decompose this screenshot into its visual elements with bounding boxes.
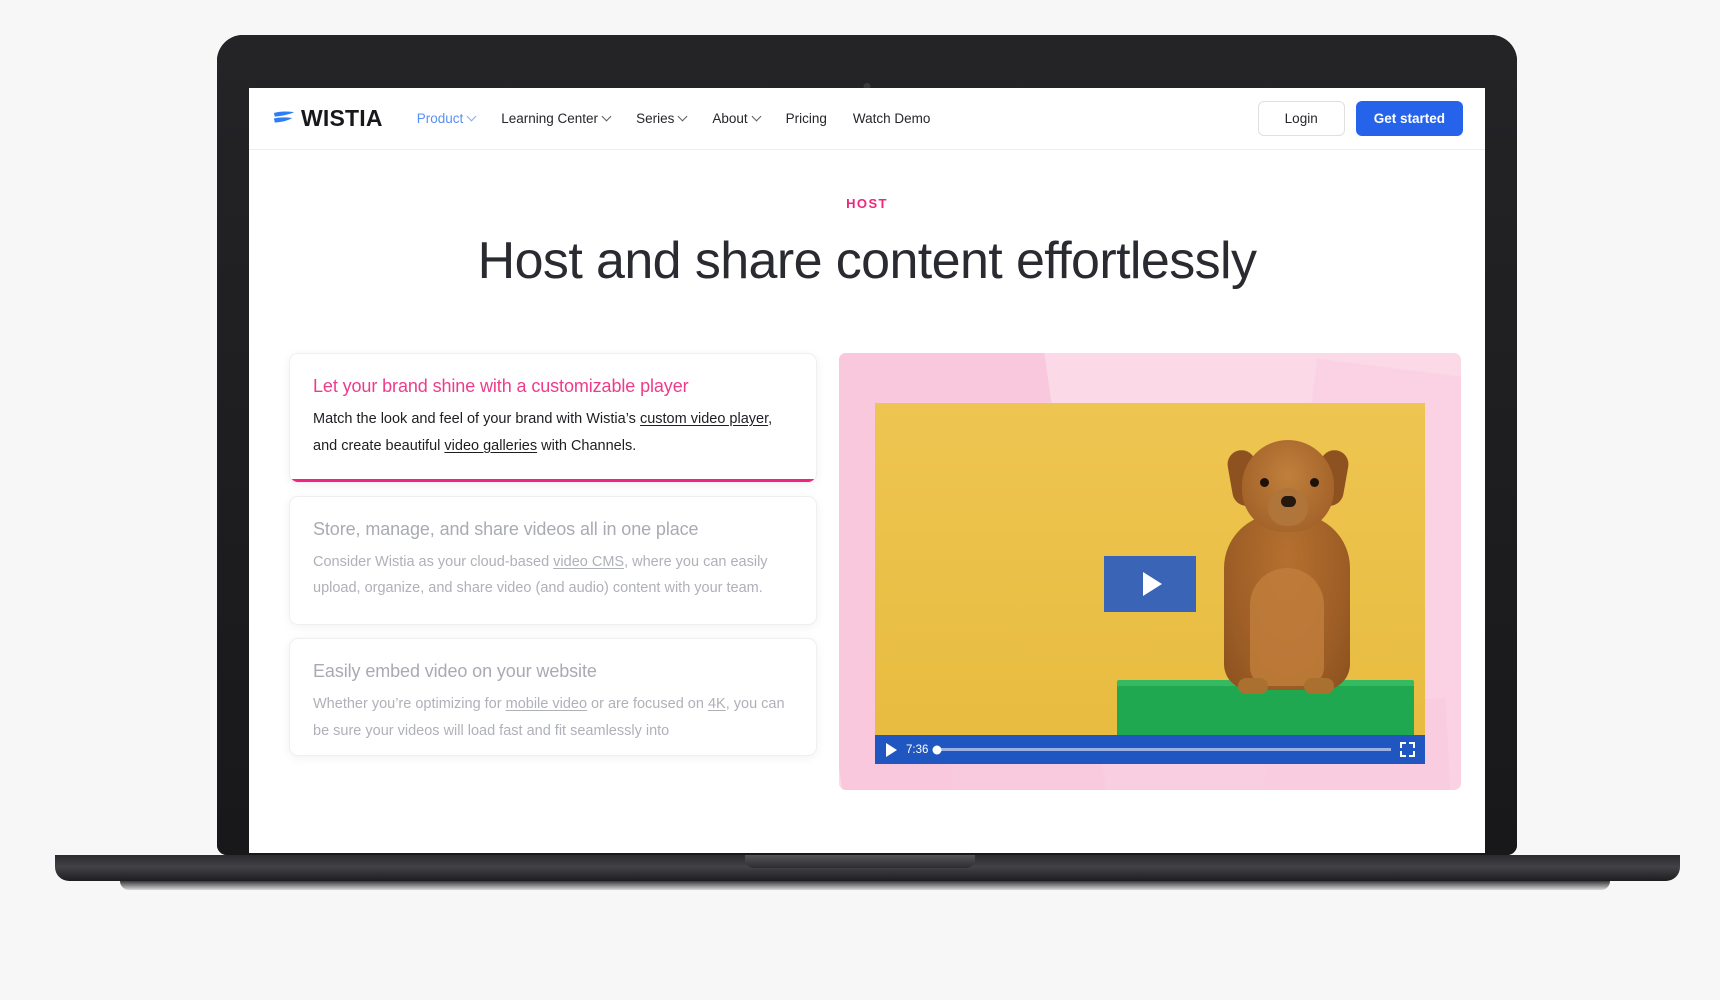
nav-item-series[interactable]: Series <box>636 111 688 126</box>
seek-bar[interactable] <box>932 745 1391 754</box>
accordion-body: Consider Wistia as your cloud-based vide… <box>313 549 792 603</box>
accordion-item-embed-video[interactable]: Easily embed video on your website Wheth… <box>289 638 817 757</box>
nav-item-about[interactable]: About <box>712 111 762 126</box>
login-button[interactable]: Login <box>1257 101 1345 136</box>
play-icon <box>1142 571 1162 596</box>
browser-viewport: WISTIA Product Learning Center Series Ab… <box>249 88 1485 853</box>
nav-item-learning-center[interactable]: Learning Center <box>501 111 612 126</box>
accordion-title: Store, manage, and share videos all in o… <box>313 518 699 539</box>
accordion-item-store-manage-share[interactable]: Store, manage, and share videos all in o… <box>289 495 817 626</box>
dog-paw-left <box>1237 678 1268 694</box>
dog-nose <box>1280 496 1296 507</box>
player-controls: 7:36 <box>875 735 1425 764</box>
nav-links: Product Learning Center Series About Pri… <box>417 111 931 126</box>
laptop-base-notch <box>745 855 975 868</box>
screenshot-stage: WISTIA Product Learning Center Series Ab… <box>0 0 1720 1000</box>
video-column: 7:36 <box>839 353 1461 790</box>
seek-handle[interactable] <box>932 745 942 754</box>
dog-subject <box>1198 440 1376 694</box>
dog-chest <box>1249 568 1324 686</box>
nav-item-watch-demo[interactable]: Watch Demo <box>853 111 931 126</box>
accordion-title: Let your brand shine with a customizable… <box>313 376 689 396</box>
video-timestamp: 7:36 <box>906 743 929 756</box>
feature-section: Let your brand shine with a customizable… <box>249 301 1485 790</box>
hero-section: HOST Host and share content effortlessly <box>249 150 1485 301</box>
link-video-galleries[interactable]: video galleries <box>444 438 537 454</box>
nav-actions: Login Get started <box>1257 101 1463 136</box>
link-mobile-video[interactable]: mobile video <box>506 696 587 712</box>
accordion-body: Match the look and feel of your brand wi… <box>313 406 792 460</box>
nav-item-product-label: Product <box>416 111 464 126</box>
wistia-logo[interactable]: WISTIA <box>273 105 383 132</box>
accordion-text: Consider Wistia as your cloud-based <box>313 553 554 570</box>
accordion-text: Whether you’re optimizing for <box>313 696 506 713</box>
fullscreen-icon[interactable] <box>1400 742 1415 757</box>
accordion-text: with Channels. <box>537 437 637 454</box>
chevron-down-icon <box>466 111 477 122</box>
accordion-text: Match the look and feel of your brand wi… <box>313 411 640 427</box>
accordion-body: Whether you’re optimizing for mobile vid… <box>313 691 792 745</box>
link-video-cms[interactable]: video CMS <box>553 554 624 570</box>
nav-item-pricing-label: Pricing <box>785 111 827 126</box>
chevron-down-icon <box>601 111 612 122</box>
dog-eye-right <box>1309 478 1319 487</box>
site-navbar: WISTIA Product Learning Center Series Ab… <box>249 88 1485 150</box>
get-started-button[interactable]: Get started <box>1355 101 1463 136</box>
dog-snout <box>1267 488 1308 526</box>
feature-accordion: Let your brand shine with a customizable… <box>289 353 817 790</box>
chevron-down-icon <box>677 111 688 122</box>
wistia-mark-icon <box>273 111 295 123</box>
nav-item-learning-center-label: Learning Center <box>501 111 599 126</box>
laptop-mockup: WISTIA Product Learning Center Series Ab… <box>0 0 1720 1000</box>
accordion-item-customizable-player[interactable]: Let your brand shine with a customizable… <box>289 353 817 483</box>
dog-eye-left <box>1259 478 1269 487</box>
page-title: Host and share content effortlessly <box>477 232 1257 290</box>
nav-item-watch-demo-label: Watch Demo <box>852 111 931 126</box>
hero-eyebrow: HOST <box>846 196 888 211</box>
dog-paw-right <box>1303 678 1334 694</box>
wistia-logo-text: WISTIA <box>301 105 383 131</box>
nav-item-series-label: Series <box>636 111 675 126</box>
accordion-title: Easily embed video on your website <box>313 661 597 682</box>
nav-item-product[interactable]: Product <box>416 111 477 126</box>
accordion-text: or are focused on <box>587 696 708 713</box>
video-stage: 7:36 <box>875 403 1425 764</box>
nav-item-pricing[interactable]: Pricing <box>786 111 827 126</box>
video-player[interactable]: 7:36 <box>839 353 1461 790</box>
laptop-base-shadow <box>120 881 1610 890</box>
control-play-icon[interactable] <box>886 742 897 757</box>
link-custom-video-player[interactable]: custom video player <box>640 411 768 427</box>
accordion-progress-bar <box>290 478 816 482</box>
play-button[interactable] <box>1104 555 1196 612</box>
nav-item-about-label: About <box>712 111 748 126</box>
chevron-down-icon <box>751 111 762 122</box>
link-4k[interactable]: 4K <box>708 696 726 712</box>
